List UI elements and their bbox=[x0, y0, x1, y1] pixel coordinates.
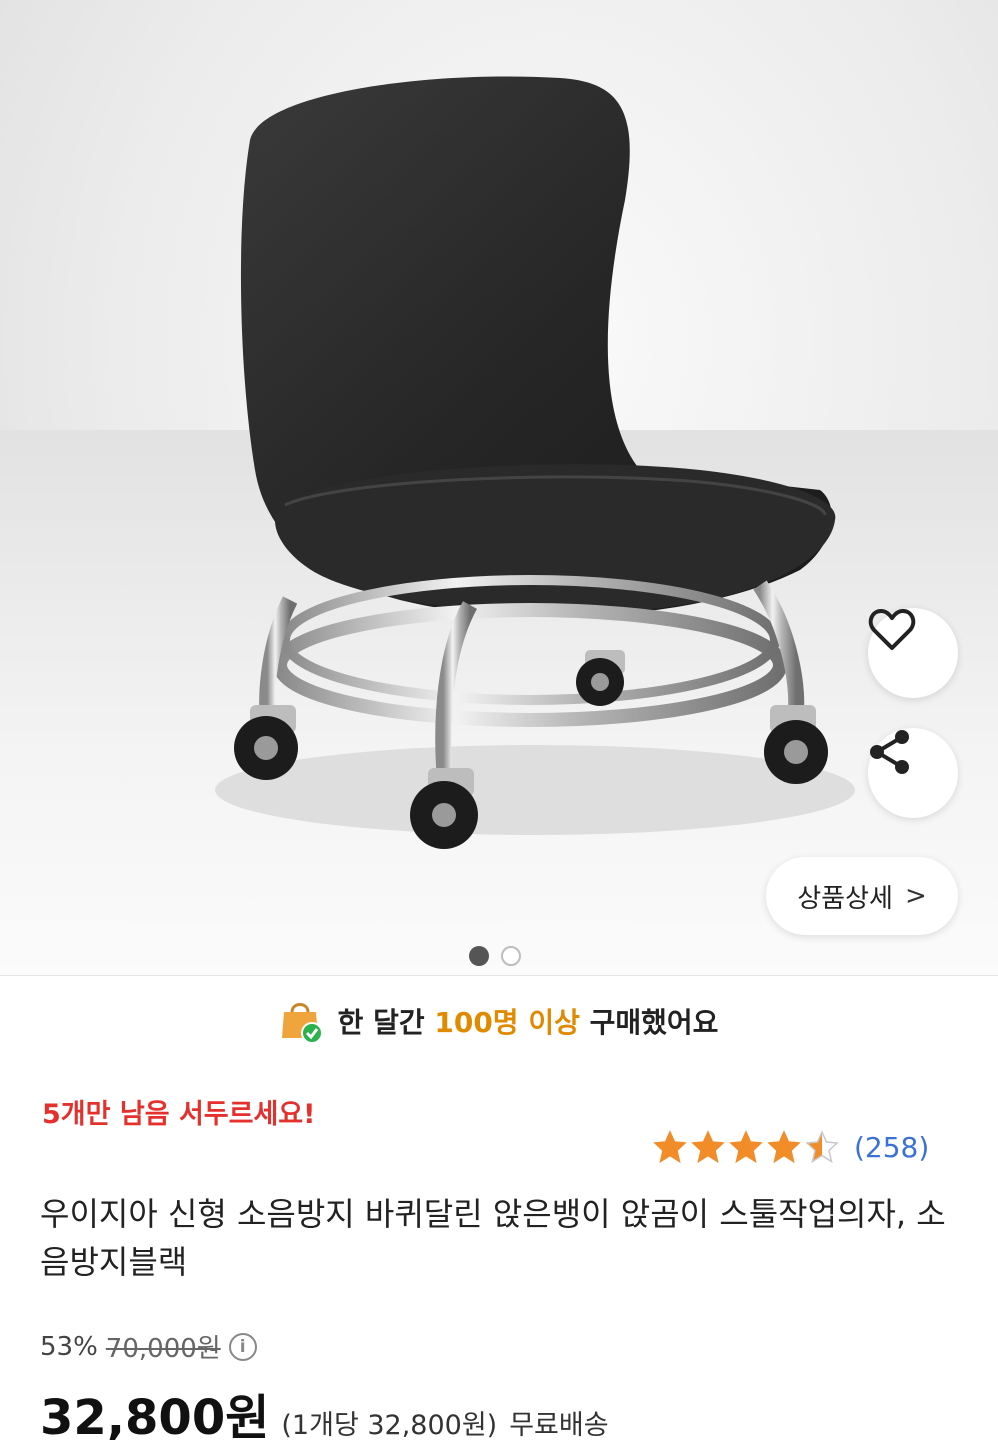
carousel-dot-1[interactable] bbox=[469, 946, 489, 966]
purchase-count-text: 한 달간 100명 이상 구매했어요 bbox=[337, 1005, 719, 1039]
share-icon bbox=[870, 730, 909, 774]
final-price: 32,800원 bbox=[40, 1390, 270, 1440]
shipping-info: 무료배송 bbox=[509, 1410, 609, 1440]
carousel-indicator bbox=[469, 946, 521, 966]
product-image-carousel[interactable]: 상품상세 > bbox=[0, 0, 998, 975]
shopping-bag-check-icon bbox=[281, 1002, 323, 1044]
share-button[interactable] bbox=[868, 728, 958, 818]
rating-summary[interactable]: (258) bbox=[652, 1130, 929, 1164]
info-icon[interactable]: i bbox=[228, 1332, 257, 1361]
star-icon bbox=[729, 1130, 763, 1164]
chair-product-photo bbox=[215, 76, 855, 849]
review-count-link[interactable]: (258) bbox=[854, 1131, 929, 1164]
discount-row: 53% 70,000원 i bbox=[40, 1328, 257, 1365]
star-icon bbox=[653, 1130, 687, 1164]
star-icon bbox=[691, 1130, 725, 1164]
purchase-count-highlight: 100명 이상 bbox=[434, 1005, 580, 1039]
chevron-right-icon: > bbox=[904, 881, 927, 911]
star-icon bbox=[767, 1130, 801, 1164]
final-price-row: 32,800원 (1개당 32,800원) 무료배송 bbox=[40, 1378, 609, 1440]
original-price: 70,000원 bbox=[105, 1334, 221, 1364]
product-detail-label: 상품상세 bbox=[797, 883, 893, 914]
product-detail-button[interactable]: 상품상세 > bbox=[766, 857, 958, 935]
unit-price: (1개당 32,800원) bbox=[281, 1410, 498, 1440]
heart-icon bbox=[868, 609, 916, 650]
star-icon bbox=[805, 1130, 839, 1164]
product-title: 우이지아 신형 소음방지 바퀴달린 앉은뱅이 앉곰이 스툴작업의자, 소음방지블… bbox=[40, 1195, 946, 1281]
wishlist-button[interactable] bbox=[868, 608, 958, 698]
purchase-count-banner: 한 달간 100명 이상 구매했어요 bbox=[0, 975, 998, 1065]
price-section: 53% 70,000원 i 32,800원 (1개당 32,800원) 무료배송 bbox=[40, 1328, 609, 1440]
discount-rate: 53% bbox=[40, 1331, 98, 1362]
stock-urgency-text: 5개만 남음 서두르세요! bbox=[42, 1099, 316, 1130]
star-rating bbox=[652, 1130, 840, 1164]
carousel-dot-2[interactable] bbox=[501, 946, 521, 966]
